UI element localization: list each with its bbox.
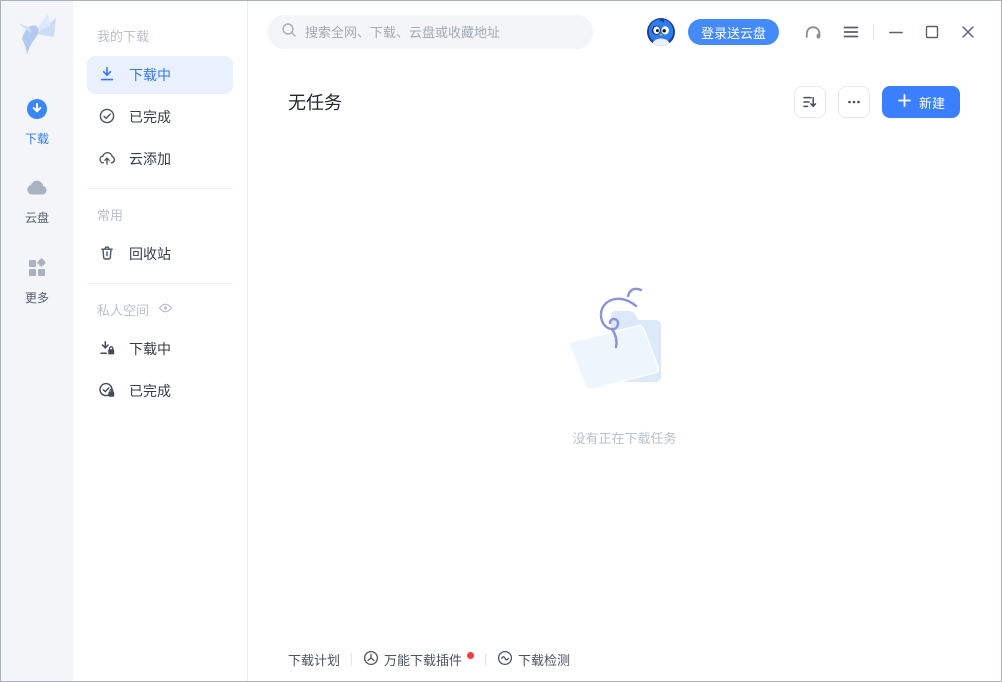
more-actions-button[interactable] <box>837 86 870 118</box>
download-lock-icon <box>98 339 116 360</box>
download-plan-link[interactable]: 下载计划 <box>288 650 340 669</box>
minimize-button[interactable] <box>886 22 906 42</box>
download-plugin-link[interactable]: 万能下载插件 <box>363 650 475 669</box>
sidebar-item-label: 回收站 <box>129 246 171 262</box>
plugin-label: 万能下载插件 <box>384 652 463 668</box>
sidebar-item-label: 下载中 <box>129 341 171 357</box>
grid-more-icon <box>26 257 48 284</box>
detect-label: 下载检测 <box>518 652 571 668</box>
content-header: 无任务 新建 <box>248 63 1001 118</box>
sidebar-item-label: 云添加 <box>129 151 171 167</box>
topbar-right: 登录送云盘 <box>646 18 978 46</box>
sidebar: 我的下载 下载中 已完成 云添加 常用 回收站 私人空间 下载中 已完成 <box>73 1 248 681</box>
header-actions: 新建 <box>793 86 960 118</box>
section-header-label: 常用 <box>97 208 124 223</box>
cloud-add-icon <box>98 149 116 170</box>
xunlei-logo <box>12 10 62 65</box>
sidebar-item-completed[interactable]: 已完成 <box>87 98 233 136</box>
left-rail: 下载 云盘 更多 <box>1 1 73 681</box>
empty-state-text: 没有正在下载任务 <box>572 430 677 446</box>
rail-nav: 下载 云盘 更多 <box>25 98 49 306</box>
sidebar-item-cloud-add[interactable]: 云添加 <box>87 140 233 178</box>
eye-icon[interactable] <box>158 302 173 317</box>
search-box[interactable] <box>268 15 593 49</box>
search-icon <box>281 22 297 43</box>
rail-label: 更多 <box>24 291 49 305</box>
section-header-label: 我的下载 <box>97 29 150 44</box>
sidebar-item-label: 已完成 <box>129 383 171 399</box>
plugin-icon <box>363 650 379 669</box>
empty-folder-illustration <box>555 279 695 402</box>
download-circle-icon <box>26 98 48 125</box>
new-task-label: 新建 <box>918 95 945 111</box>
sidebar-item-private-completed[interactable]: 已完成 <box>87 372 233 410</box>
download-detect-link[interactable]: 下载检测 <box>497 650 570 669</box>
menu-icon[interactable] <box>841 22 861 42</box>
sort-button[interactable] <box>793 86 826 118</box>
sidebar-section-my-downloads: 我的下载 <box>97 1 223 45</box>
divider <box>351 652 353 666</box>
rail-label: 云盘 <box>24 211 49 225</box>
sidebar-item-recycle-bin[interactable]: 回收站 <box>87 235 233 273</box>
login-button[interactable]: 登录送云盘 <box>687 19 779 45</box>
download-icon <box>98 65 116 86</box>
rail-item-more[interactable]: 更多 <box>25 257 49 306</box>
main-area: 登录送云盘 <box>248 1 1001 681</box>
new-task-button[interactable]: 新建 <box>881 86 960 118</box>
page-title: 无任务 <box>288 93 342 113</box>
notification-dot <box>467 651 475 659</box>
check-lock-icon <box>98 381 116 402</box>
divider <box>485 652 487 666</box>
empty-state: 没有正在下载任务 <box>248 118 1001 637</box>
sidebar-item-label: 下载中 <box>129 67 171 83</box>
sidebar-item-private-downloading[interactable]: 下载中 <box>87 330 233 368</box>
sidebar-item-label: 已完成 <box>129 109 171 125</box>
check-circle-icon <box>98 107 116 128</box>
topbar: 登录送云盘 <box>248 1 1001 63</box>
search-input[interactable] <box>305 24 580 40</box>
avatar[interactable] <box>646 18 675 46</box>
section-header-label: 私人空间 <box>97 303 150 318</box>
sidebar-item-downloading[interactable]: 下载中 <box>87 56 233 94</box>
trash-icon <box>98 244 116 265</box>
plus-icon <box>897 93 912 111</box>
rail-item-download[interactable]: 下载 <box>25 98 49 147</box>
sidebar-section-private-space: 私人空间 <box>97 300 223 319</box>
divider <box>87 283 233 284</box>
rail-label: 下载 <box>24 132 49 146</box>
headset-icon[interactable] <box>802 21 824 43</box>
footer-bar: 下载计划 万能下载插件 下载检测 <box>248 637 1001 681</box>
download-plan-label: 下载计划 <box>288 652 341 668</box>
maximize-button[interactable] <box>922 22 942 42</box>
app-window: 下载 云盘 更多 我的下载 下载中 已完成 云添加 常用 回收站 私人空间 下载… <box>0 0 1002 682</box>
divider <box>87 188 233 189</box>
close-button[interactable] <box>958 22 978 42</box>
detect-icon <box>497 650 513 669</box>
cloud-icon <box>25 178 49 204</box>
divider <box>873 24 874 40</box>
sidebar-section-common: 常用 <box>97 205 223 224</box>
rail-item-cloud-drive[interactable]: 云盘 <box>25 178 49 226</box>
